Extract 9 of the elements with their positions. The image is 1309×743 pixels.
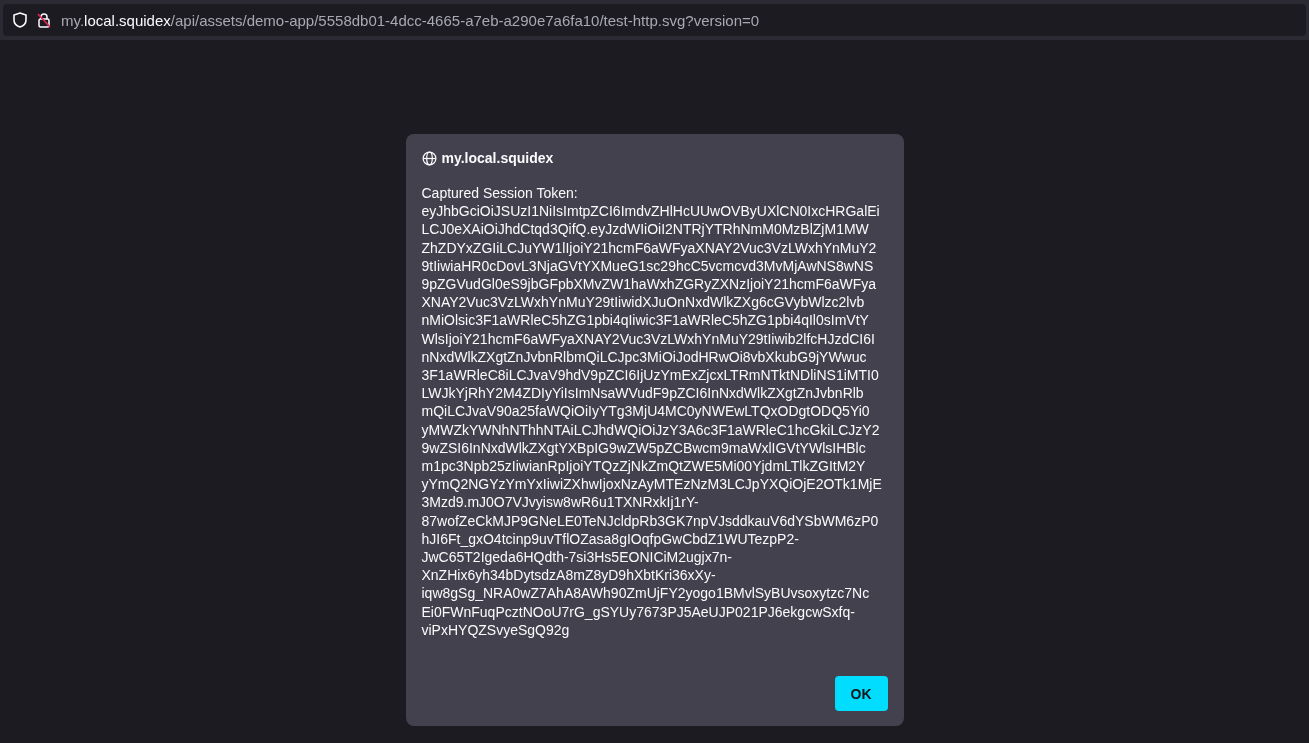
message-label: Captured Session Token: bbox=[421, 184, 579, 203]
session-token: eyJhbGciOiJSUzI1NiIsImtpZCI6ImdvZHlHcUUwOVByUXlCN0IxcHRGalEi LCJ0eXAiOiJhdCtqd3QifQ.eyJzdWIiOiI2NTRjYTRhNmM0MzBlZjM1MW ZhZDYxZGIiLCJuYW1lIjoiY21hcmF6aWFyaXNAY2Vuc3VzLWxhYnMuY2 9tIiwiaHR0cDovL3NjaGVtYXMueG1sc29hcC5vcmcvd3MvMjAwNS8wNS 9pZGVudGl0eS9jbGFpbXMvZW1haWxhZGRyZXNzIjoiY21hcmF6aWFya XNAY2Vuc3VzLWxhYnMuY29tIiwidXJuOnNxdWlkZXg6cGVybWlzc2lvb nMiOlsic3F1aWRleC5hZG1pbi4qIiwic3F1aWRleC5hZG1pbi4qIl0sImVtY WlsIjoiY21hcmF6aWFyaXNAY2Vuc3VzLWxhYnMuY29tIiwib2lfcHJzdCI6I nNxdWlkZXgtZnJvbnRlbmQiLCJpc3MiOiJodHRwOi8vbXkubG9jYWwuc 3F1aWRleC8iLCJvaV9hdV9pZCI6IjUzYmExZjcxLTRmNTktNDliNS1iMTI0 LWJkYjRhY2M4ZDIyYiIsImNsaWVudF9pZCI6InNxdWlkZXgtZnJvbnRlb mQiLCJvaV90a25faWQiOiIyYTg3MjU4MC0yNWEwLTQxODgtODQ5Yi0 yMWZkYWNhNThhNTAiLCJhdWQiOiJzY3A6c3F1aWRleC1hcGkiLCJzY2 9wZSI6InNxdWlkZXgtYXBpIG9wZW5pZCBwcm9maWxlIGVtYWlsIHBlc m1pc3Npb25zIiwianRpIjoiYTQzZjNkZmQtZWE5Mi00YjdmLTlkZGItM2Y yYmQ2NGYzYmYxIiwiZXhwIjoxNzAyMTEzNzM3LCJpYXQiOjE2OTk1MjE 3Mzd9.mJ0O7VJvyisw8wR6u1TXNRxkIj1rY- 87wofZeCkMJP9GNeLE0TeNJcldpRb3GK7npVJsddkauV6dYSbWM6zP0 hJI6Ft_gxO4tcinp9uvTflOZasa8gIOqfpGwCbdZ1WUTezpP2- JwC65T2Igeda6HQdth-7si3Hs5EONICiM2ugjx7n- XnZHix6yh34bDytsdzA8mZ8yD9hXbtKri36xXy- iqw8gSg_NRA0wZ7AhA8AWh90ZmUjFY2yogo1BMvlSyBUvsoxytzc7Nc Ei0FWnFuqPcztNOoU7rG_gSYUy7673PJ5AeUJP021PJ6ekgcwSxfq- viPxHYQZSvyeSgQ92g bbox=[421, 202, 883, 640]
shield-icon[interactable] bbox=[13, 12, 27, 28]
address-field[interactable]: my.local.squidex/api/assets/demo-app/5558db01-4dcc-4665-a7eb-a290e7a6fa10/test-http.svg?version=0 bbox=[3, 4, 1306, 36]
ok-button[interactable]: OK bbox=[834, 676, 888, 711]
dialog-title: my.local.squidex bbox=[441, 150, 554, 166]
globe-icon bbox=[421, 150, 437, 166]
url-text: my.local.squidex/api/assets/demo-app/5558db01-4dcc-4665-a7eb-a290e7a6fa10/test-http.svg?version=0 bbox=[61, 11, 760, 29]
insecure-lock-icon[interactable] bbox=[37, 12, 51, 28]
